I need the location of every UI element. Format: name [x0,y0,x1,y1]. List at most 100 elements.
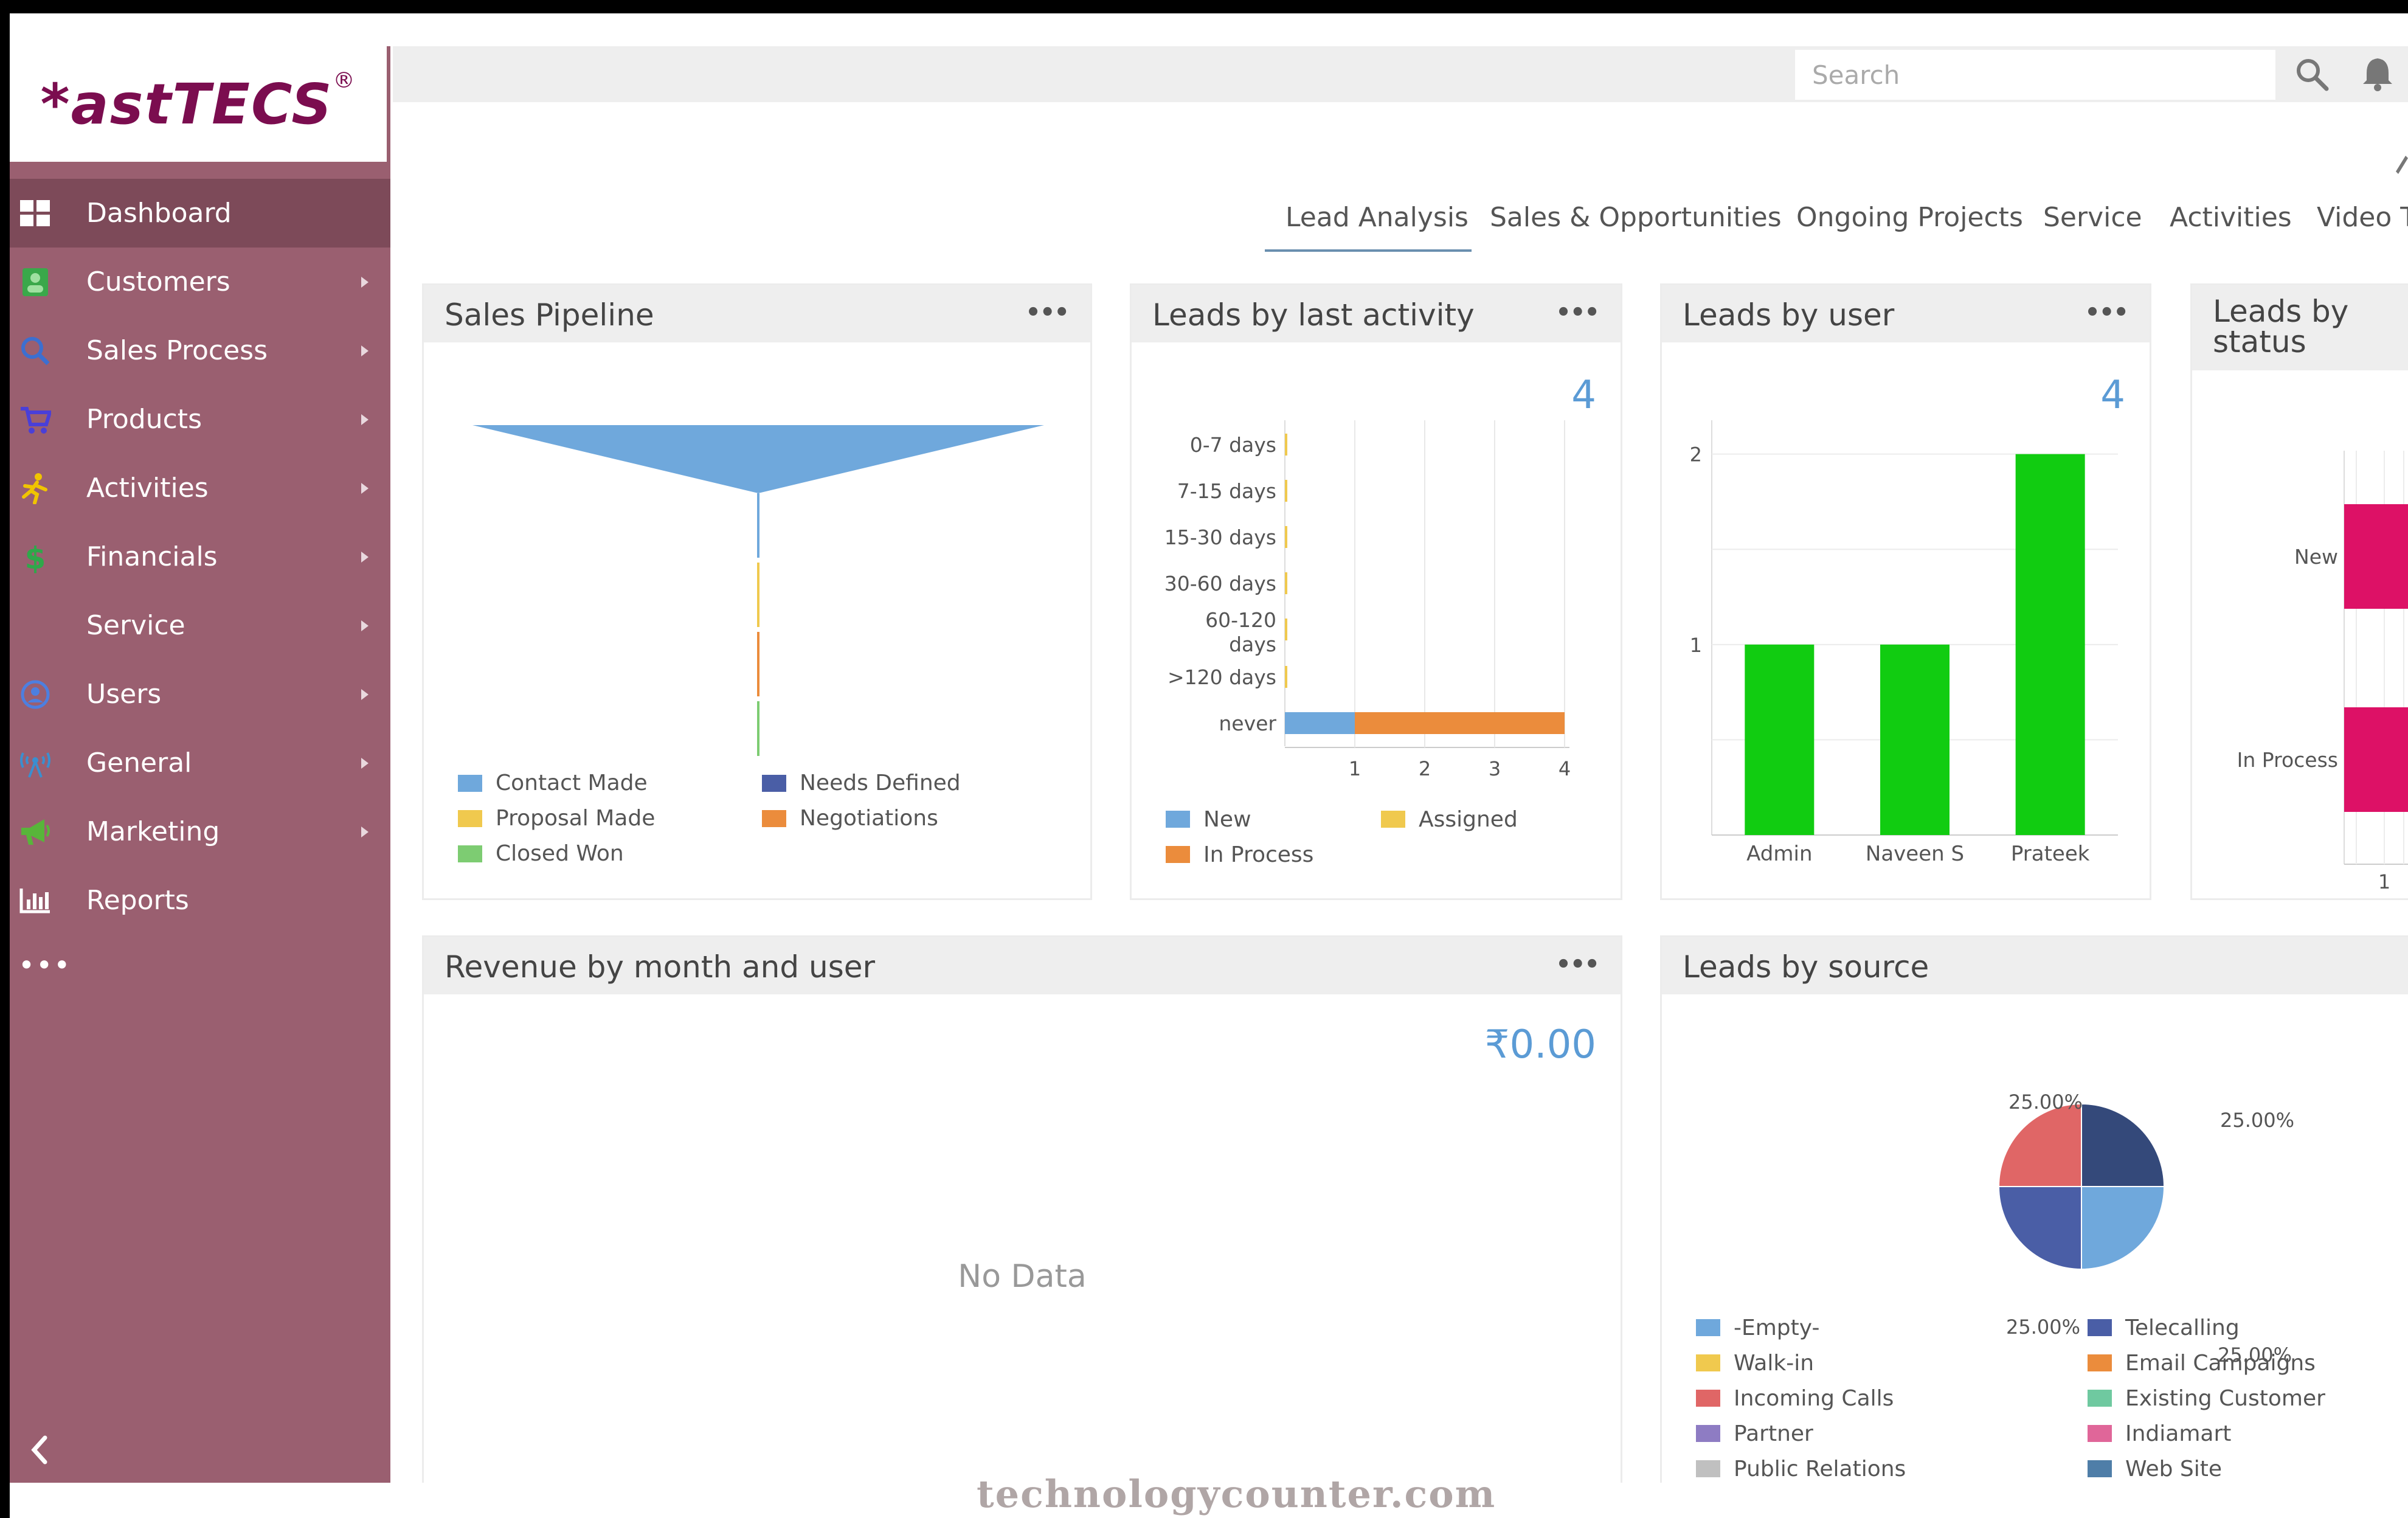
sidebar-item-label: Dashboard [86,198,232,229]
sidebar-item-general[interactable]: General [10,729,390,797]
bar-empty-30-60-days [1285,572,1287,594]
panel-header: Revenue by month and user ••• [424,937,1621,994]
legend-swatch [2088,1319,2112,1336]
svg-text:$: $ [25,541,46,574]
leads-by-status-chart: New In Process 1 [2237,451,2408,893]
sidebar-item-reports[interactable]: Reports [10,866,390,935]
tab-activities[interactable]: Activities [2170,202,2292,233]
tab-ongoing-projects[interactable]: Ongoing Projects [1796,202,2023,233]
sidebar-item-sales-process[interactable]: Sales Process [10,316,390,385]
edit-icon[interactable] [2393,150,2408,174]
tab-video[interactable]: Video T [2317,202,2408,233]
sidebar-item-products[interactable]: Products [10,385,390,454]
y-tick-label: days [1229,632,1276,656]
legend-label-web-site: Web Site [2125,1457,2222,1482]
sidebar-item-label: Activities [86,473,209,504]
grid-icon [18,196,52,230]
panel-menu-button[interactable]: ••• [1025,299,1070,327]
bar-prateek[interactable] [2015,454,2085,835]
bar-chart-icon [18,884,52,918]
legend-swatch [2088,1425,2112,1442]
legend-label-incoming-calls: Incoming Calls [1734,1386,1894,1411]
legend-label-new: New [1203,807,1251,832]
bar-new-never[interactable] [1285,712,1355,734]
active-tab-indicator [1265,249,1472,252]
collapse-sidebar-button[interactable] [27,1432,51,1468]
y-tick-label: New [2294,545,2338,569]
legend-swatch [1696,1460,1720,1477]
sidebar-item-dashboard[interactable]: Dashboard [10,179,390,248]
y-tick-label: 60-120 [1205,608,1276,632]
x-tick-label: 2 [1419,757,1431,780]
notifications-button[interactable] [2359,55,2396,92]
legend-label-public-relations: Public Relations [1734,1457,1906,1482]
bar-in-process[interactable] [2344,707,2408,812]
sidebar-item-label: Users [86,679,162,710]
sidebar-item-label: Marketing [86,816,220,847]
user-circle-icon [18,678,52,712]
no-data-message: No Data [958,1258,1087,1295]
leads-by-user-panel: Leads by user ••• 4 1 2 Admin Naveen S Prate… [1660,283,2151,900]
megaphone-icon [18,815,52,849]
panel-menu-button[interactable]: ••• [1555,951,1600,979]
sidebar-item-label: Products [86,404,202,435]
panel-title: Sales Pipeline [445,297,654,333]
legend-label-indiamart: Indiamart [2125,1421,2231,1446]
sidebar-item-activities[interactable]: Activities [10,454,390,522]
sidebar-item-users[interactable]: Users [10,660,390,729]
panel-title: Revenue by month and user [445,949,876,985]
x-tick-label: 4 [1559,757,1571,780]
leads-by-activity-chart: 1 2 3 4 0-7 days 7-15 days 15-30 days 30-60 day… [1164,420,1571,867]
leads-by-user-chart: 1 2 Admin Naveen S Prateek [1690,420,2118,866]
pie-slice-label: 25.00% [2008,1090,2083,1114]
chevron-right-icon [361,345,368,356]
legend-swatch [1381,811,1405,828]
legend-negotiations: Negotiations [762,806,938,831]
sidebar-item-marketing[interactable]: Marketing [10,797,390,866]
sidebar-item-financials[interactable]: $ Financials [10,522,390,591]
dollar-icon: $ [18,540,52,574]
bar-new[interactable] [2344,504,2408,609]
bar-admin[interactable] [1745,644,1815,835]
legend-swatch [1166,811,1190,828]
bar-in-process-never[interactable] [1355,712,1565,734]
tab-lead-analysis[interactable]: Lead Analysis [1285,202,1469,233]
chevron-right-icon [361,620,368,631]
sidebar-item-label: Reports [86,885,189,916]
chevron-right-icon [361,551,368,563]
tab-service[interactable]: Service [2043,202,2142,233]
top-black-bar [0,0,2408,13]
magnifier-icon [18,334,52,368]
more-menu-button[interactable]: ••• [18,949,71,982]
bar-naveen-s[interactable] [1880,644,1950,835]
legend-label-existing-customer: Existing Customer [2125,1386,2325,1411]
sidebar-item-label: Financials [86,541,218,572]
search-input[interactable] [1795,50,2275,100]
y-tick-label: 0-7 days [1190,433,1276,457]
sidebar-item-label: Service [86,610,185,641]
pie-slice-empty[interactable] [2081,1186,2165,1270]
legend-label-walk-in: Walk-in [1734,1351,1814,1376]
sidebar-item-service[interactable]: Service [10,591,390,660]
logo-text: *astTECS [40,71,333,137]
search-button[interactable] [2294,56,2330,92]
sidebar-item-customers[interactable]: Customers [10,248,390,316]
pie-slice-telecalling[interactable] [1998,1186,2082,1270]
running-icon [18,471,52,505]
tab-sales-opportunities[interactable]: Sales & Opportunities [1490,202,1782,233]
y-tick-label: >120 days [1168,665,1276,689]
pie-slice-needs-defined[interactable] [2081,1103,2165,1187]
leads-by-last-activity-panel: Leads by last activity ••• 4 1 2 3 4 0-7 day… [1130,283,1622,900]
y-tick-label: 1 [1690,634,1702,657]
pipeline-funnel-chart [471,425,1044,756]
bar-empty-0-7-days [1285,434,1287,456]
pie-slice-incoming-calls[interactable] [1998,1103,2082,1187]
logo[interactable]: *astTECS® [10,46,387,162]
x-tick-label: Naveen S [1866,842,1964,866]
revenue-panel: Revenue by month and user ••• ₹0.00 No D… [422,935,1622,1483]
sidebar-item-label: Customers [86,266,230,297]
legend-proposal-made: Proposal Made [458,806,655,831]
legend-label-email-campaigns: Email Campaigns [2125,1351,2316,1376]
leads-by-status-panel: Leads by status New In Process 1 [2190,283,2408,900]
chevron-right-icon [361,482,368,494]
